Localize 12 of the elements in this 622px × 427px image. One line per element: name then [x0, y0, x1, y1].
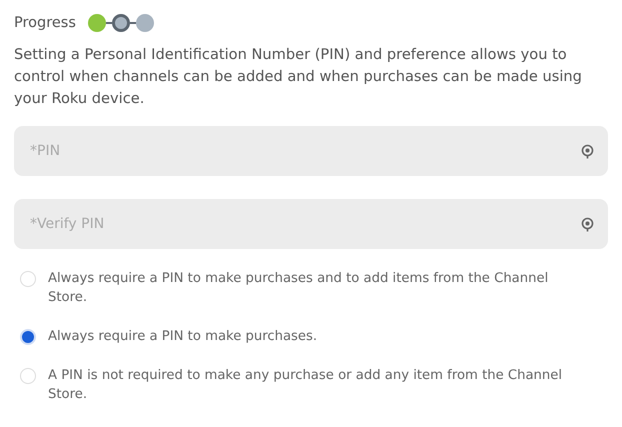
progress-label: Progress: [14, 15, 76, 31]
visibility-icon[interactable]: [581, 144, 594, 159]
option-label[interactable]: Always require a PIN to make purchases and to add items from the Channel Store.: [48, 269, 578, 307]
radio-button[interactable]: [20, 368, 36, 384]
radio-button[interactable]: [20, 329, 36, 345]
pin-field[interactable]: *PIN: [14, 126, 608, 176]
visibility-icon[interactable]: [581, 217, 594, 232]
radio-button[interactable]: [20, 271, 36, 287]
pin-field[interactable]: *Verify PIN: [14, 199, 608, 249]
option-label[interactable]: A PIN is not required to make any purchase or add any item from the Channel Store.: [48, 366, 578, 404]
option-label[interactable]: Always require a PIN to make purchases.: [48, 327, 318, 346]
description-text: Setting a Personal Identification Number (PIN) and preference allows you to control when channels can be added and when purchases can be made using your Roku device.: [14, 45, 583, 109]
